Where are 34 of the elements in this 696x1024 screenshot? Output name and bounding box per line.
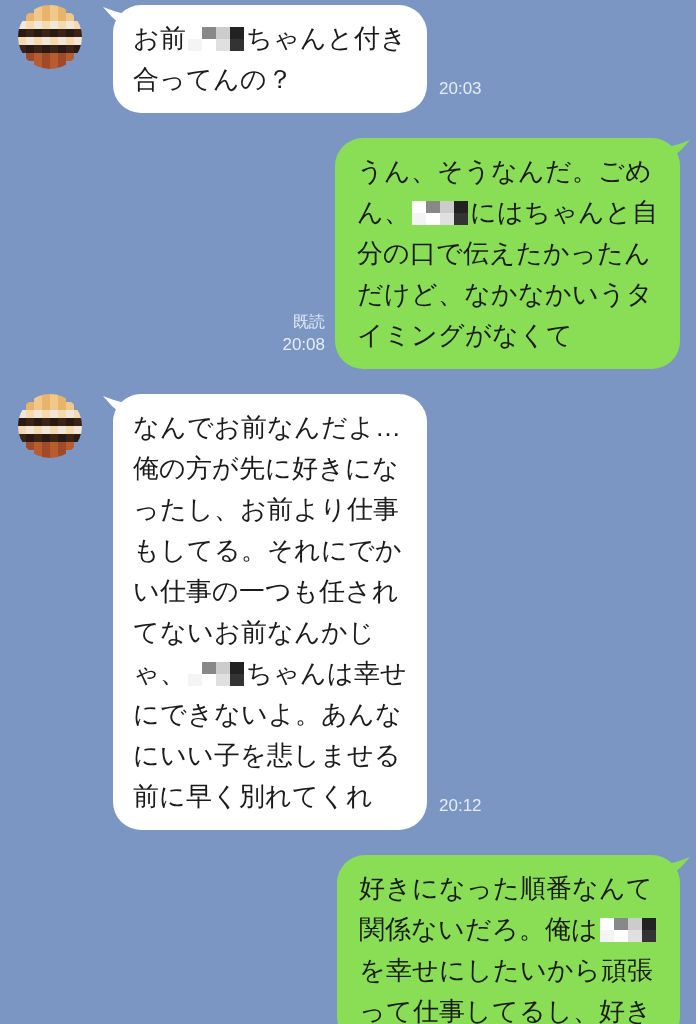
message-text: 関係ないだろ。俺は (359, 913, 598, 946)
mosaic (412, 200, 468, 225)
timestamp: 20:12 (439, 795, 482, 817)
avatar[interactable] (18, 394, 82, 458)
message-text: い仕事の一つも任され (133, 575, 399, 608)
message-text: を幸せにしたいから頑張 (359, 954, 653, 987)
message-text: にできないよ。あんな (133, 698, 402, 731)
message-text: 分の口で伝えたかったん (357, 237, 651, 270)
message-text: ったし、お前より仕事 (133, 493, 399, 526)
message-text: にいい子を悲しませる (133, 739, 401, 772)
message-text: 前に早く別れてくれ (133, 780, 373, 813)
mosaic (600, 917, 656, 942)
message-text: もしてる。それにでか (133, 534, 402, 567)
message-text: てないお前なんかじ (133, 616, 375, 649)
message-text: 俺の方が先に好きにな (133, 452, 399, 485)
timestamp: 20:08 (282, 334, 325, 356)
message-text: なんでお前なんだよ… (133, 411, 401, 444)
timestamp: 20:03 (439, 78, 482, 100)
mosaic (188, 661, 244, 686)
avatar[interactable] (18, 5, 82, 69)
message-text: だけど、なかなかいうタ (357, 278, 653, 311)
message-text: 合ってんの？ (133, 63, 293, 96)
message-text: ちゃんと付き (246, 22, 407, 55)
message-text: イミングがなくて (357, 319, 573, 352)
mosaic (188, 26, 244, 51)
message-text: 好きになった順番なんて (359, 872, 653, 905)
message-text: お前 (133, 22, 186, 55)
message-text: にはちゃんと自 (470, 196, 658, 229)
read-receipt: 既読 (293, 312, 325, 332)
message-text: ちゃんは幸せ (246, 657, 407, 690)
message-text: ん、 (357, 196, 410, 229)
message-text: ゃ、 (133, 657, 186, 690)
message-text: うん、そうなんだ。ごめ (357, 155, 652, 188)
message-text: って仕事してるし、好き (359, 995, 652, 1024)
